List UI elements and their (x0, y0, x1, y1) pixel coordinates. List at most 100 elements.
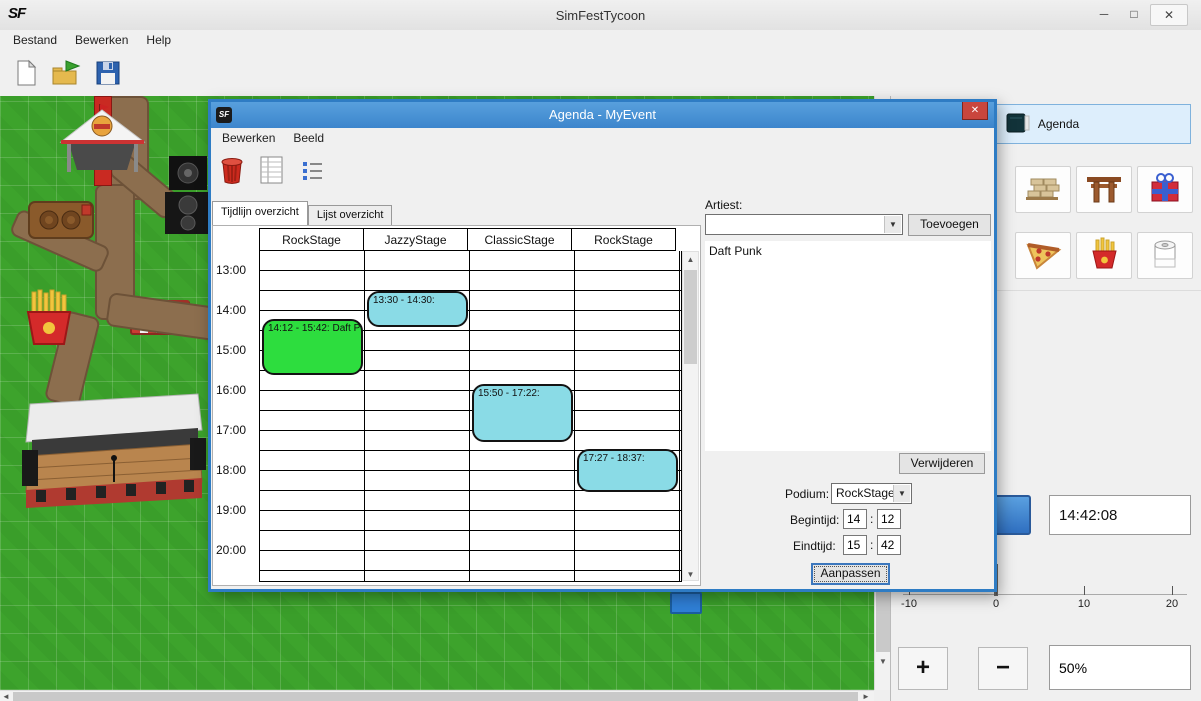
main-toolbar (0, 50, 1201, 96)
schedule-event[interactable]: 13:30 - 14:30: (367, 291, 468, 327)
shop-item-gift[interactable] (1137, 166, 1193, 213)
open-file-button[interactable] (48, 56, 84, 92)
clock-value: 14:42:08 (1059, 507, 1117, 524)
dialog-menu-bewerken[interactable]: Bewerken (213, 128, 284, 150)
list-view-button[interactable] (295, 154, 329, 188)
slider-tick-label: 20 (1158, 598, 1186, 610)
shop-item-toilet-paper[interactable] (1137, 232, 1193, 279)
time-label: 15:00 (216, 342, 258, 358)
dialog-titlebar[interactable]: SF Agenda - MyEvent ✕ (211, 102, 994, 128)
menu-bewerken[interactable]: Bewerken (66, 30, 137, 50)
podium-label: Podium: (785, 487, 829, 501)
maximize-button[interactable]: □ (1120, 4, 1148, 24)
new-file-button[interactable] (8, 56, 44, 92)
gift-icon (1144, 171, 1186, 208)
new-file-icon (12, 59, 40, 90)
shop-item-pizza[interactable] (1015, 232, 1071, 279)
tab-timeline-overview[interactable]: Tijdlijn overzicht (212, 201, 308, 225)
schedule-scrollbar[interactable]: ▲ ▼ (682, 251, 699, 581)
horizontal-scroll-thumb[interactable] (13, 692, 858, 701)
column-header: JazzyStage (363, 228, 468, 251)
chevron-down-icon[interactable]: ▼ (884, 216, 901, 233)
scroll-down-icon[interactable]: ▼ (683, 570, 698, 579)
schedule-event[interactable]: 15:50 - 17:22: (472, 384, 573, 441)
time-gutter: 13:0014:0015:0016:0017:0018:0019:0020:00 (213, 226, 259, 582)
time-separator: : (870, 538, 873, 552)
slider-tick (1084, 586, 1085, 595)
shop-item-torii-gate[interactable] (1076, 166, 1132, 213)
schedule-grid[interactable]: 14:12 - 15:42: Daft P13:30 - 14:30: 15:50… (259, 251, 682, 582)
begin-hour-field[interactable] (843, 509, 867, 529)
pizza-icon (1022, 237, 1064, 274)
app-window: SF SimFestTycoon ─ □ ✕ Bestand Bewerken … (0, 0, 1201, 701)
clock-display: 14:42:08 (1049, 495, 1191, 535)
time-label: 18:00 (216, 462, 258, 478)
podium-combobox[interactable]: RockStage ▼ (831, 483, 912, 504)
zoom-in-button[interactable]: + (898, 647, 948, 690)
scroll-right-icon[interactable]: ► (860, 692, 872, 701)
schedule-event[interactable]: 14:12 - 15:42: Daft P (262, 319, 363, 375)
save-button[interactable] (90, 56, 126, 92)
scroll-up-icon[interactable]: ▲ (683, 255, 698, 264)
add-artist-button[interactable]: Toevoegen (908, 214, 991, 236)
agenda-dialog: SF Agenda - MyEvent ✕ Bewerken Beeld Tij… (208, 99, 997, 592)
menubar: Bestand Bewerken Help (4, 30, 180, 50)
delete-event-button[interactable] (215, 154, 249, 188)
shop-item-fries[interactable] (1076, 232, 1132, 279)
schedule-event[interactable]: 17:27 - 18:37: (577, 449, 678, 492)
scroll-left-icon[interactable]: ◄ (0, 692, 12, 701)
end-minute-field[interactable] (877, 535, 901, 555)
time-label: 16:00 (216, 382, 258, 398)
slider-tick-label: 10 (1070, 598, 1098, 610)
dialog-menu-beeld[interactable]: Beeld (284, 128, 333, 150)
list-view-icon (299, 156, 325, 187)
column-header: RockStage (571, 228, 676, 251)
toilet-paper-icon (1144, 237, 1186, 274)
dialog-menubar: Bewerken Beeld (213, 128, 333, 150)
artist-list-item[interactable]: Daft Punk (705, 241, 991, 261)
schedule-scroll-thumb[interactable] (684, 270, 697, 364)
main-stage[interactable] (22, 390, 207, 511)
apply-button[interactable]: Aanpassen (811, 563, 890, 585)
agenda-button-label: Agenda (1038, 117, 1079, 131)
slider-tick (1172, 586, 1173, 595)
dialog-close-button[interactable]: ✕ (962, 102, 988, 120)
begin-time-label: Begintijd: (790, 513, 839, 527)
artist-combobox[interactable]: ▼ (705, 214, 903, 235)
slider-tick-label: -10 (895, 598, 923, 610)
zoom-out-button[interactable]: − (978, 647, 1028, 690)
speaker-stack[interactable] (163, 156, 213, 239)
menu-help[interactable]: Help (137, 30, 180, 50)
save-floppy-icon (94, 59, 122, 90)
begin-minute-field[interactable] (877, 509, 901, 529)
shop-item-tiles[interactable] (1015, 166, 1071, 213)
menu-bestand[interactable]: Bestand (4, 30, 66, 50)
remove-artist-button[interactable]: Verwijderen (899, 453, 985, 474)
time-separator: : (870, 512, 873, 526)
time-label: 17:00 (216, 422, 258, 438)
zoom-value-field[interactable] (1049, 645, 1191, 690)
map-marker[interactable] (670, 592, 702, 614)
close-button[interactable]: ✕ (1150, 4, 1188, 26)
torii-gate-icon (1083, 171, 1125, 208)
fries-icon (1083, 237, 1125, 274)
end-time-label: Eindtijd: (793, 539, 836, 553)
map-horizontal-scrollbar[interactable]: ◄ ► (0, 690, 874, 701)
minimize-button[interactable]: ─ (1090, 4, 1118, 24)
time-label: 20:00 (216, 542, 258, 558)
timeline-view-button[interactable] (255, 154, 289, 188)
chevron-down-icon[interactable]: ▼ (893, 485, 910, 502)
tiles-icon (1022, 171, 1064, 208)
scroll-down-icon[interactable]: ▼ (875, 657, 891, 666)
time-label: 19:00 (216, 502, 258, 518)
food-tent[interactable] (55, 104, 150, 192)
slider-track (903, 594, 1187, 595)
fries-stand[interactable] (18, 288, 83, 351)
artist-list[interactable]: Daft Punk (705, 241, 991, 451)
end-hour-field[interactable] (843, 535, 867, 555)
bar-table[interactable] (27, 194, 97, 252)
slider-tick-label: 0 (982, 598, 1010, 610)
trash-icon (219, 155, 245, 188)
agenda-book-icon (1006, 113, 1030, 136)
tab-list-overview[interactable]: Lijst overzicht (308, 205, 393, 225)
